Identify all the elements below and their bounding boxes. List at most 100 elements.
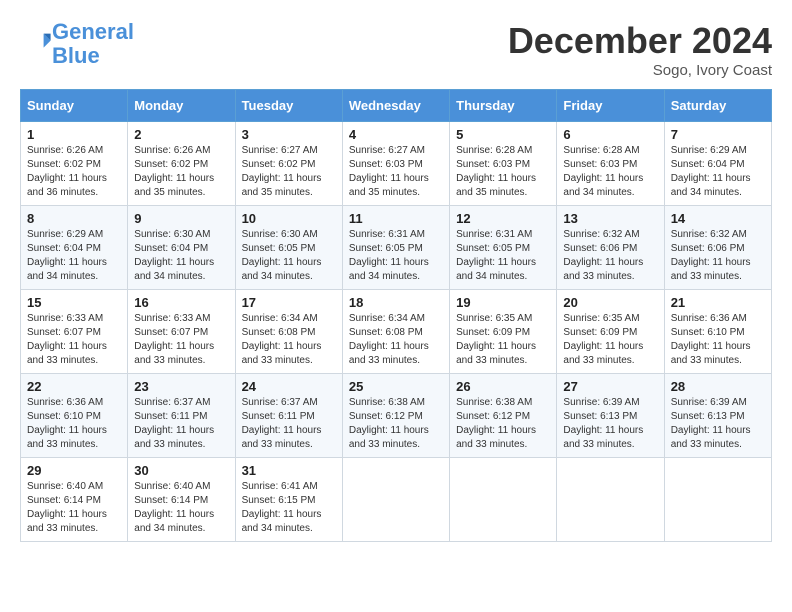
day-cell-4: 4 Sunrise: 6:27 AMSunset: 6:03 PMDaylight…: [342, 122, 449, 206]
logo-line1: General: [52, 19, 134, 44]
day-info: Sunrise: 6:26 AMSunset: 6:02 PMDaylight:…: [134, 144, 228, 200]
month-title: December 2024: [508, 20, 772, 62]
logo-icon: [24, 28, 52, 56]
day-number: 21: [671, 295, 765, 310]
day-number: 26: [456, 379, 550, 394]
col-header-sunday: Sunday: [21, 90, 128, 122]
day-cell-19: 19 Sunrise: 6:35 AMSunset: 6:09 PMDayligh…: [450, 290, 557, 374]
title-area: December 2024 Sogo, Ivory Coast: [508, 20, 772, 79]
week-row-5: 29 Sunrise: 6:40 AMSunset: 6:14 PMDayligh…: [21, 458, 772, 542]
day-number: 16: [134, 295, 228, 310]
col-header-thursday: Thursday: [450, 90, 557, 122]
day-cell-24: 24 Sunrise: 6:37 AMSunset: 6:11 PMDayligh…: [235, 374, 342, 458]
location: Sogo, Ivory Coast: [508, 62, 772, 79]
empty-cell: [450, 458, 557, 542]
header-row: SundayMondayTuesdayWednesdayThursdayFrid…: [21, 90, 772, 122]
day-number: 8: [27, 211, 121, 226]
day-info: Sunrise: 6:27 AMSunset: 6:03 PMDaylight:…: [349, 144, 443, 200]
calendar-table: SundayMondayTuesdayWednesdayThursdayFrid…: [20, 89, 772, 542]
col-header-monday: Monday: [128, 90, 235, 122]
day-info: Sunrise: 6:32 AMSunset: 6:06 PMDaylight:…: [563, 228, 657, 284]
day-number: 14: [671, 211, 765, 226]
day-number: 12: [456, 211, 550, 226]
col-header-wednesday: Wednesday: [342, 90, 449, 122]
day-number: 3: [242, 127, 336, 142]
day-info: Sunrise: 6:32 AMSunset: 6:06 PMDaylight:…: [671, 228, 765, 284]
day-cell-14: 14 Sunrise: 6:32 AMSunset: 6:06 PMDayligh…: [664, 206, 771, 290]
day-info: Sunrise: 6:36 AMSunset: 6:10 PMDaylight:…: [27, 396, 121, 452]
day-info: Sunrise: 6:29 AMSunset: 6:04 PMDaylight:…: [671, 144, 765, 200]
day-info: Sunrise: 6:31 AMSunset: 6:05 PMDaylight:…: [456, 228, 550, 284]
day-cell-10: 10Sunrise: 6:30 AMSunset: 6:05 PMDayligh…: [235, 206, 342, 290]
day-cell-9: 9 Sunrise: 6:30 AMSunset: 6:04 PMDaylight…: [128, 206, 235, 290]
day-cell-30: 30Sunrise: 6:40 AMSunset: 6:14 PMDayligh…: [128, 458, 235, 542]
day-cell-22: 22Sunrise: 6:36 AMSunset: 6:10 PMDayligh…: [21, 374, 128, 458]
day-cell-23: 23 Sunrise: 6:37 AMSunset: 6:11 PMDayligh…: [128, 374, 235, 458]
week-row-3: 15 Sunrise: 6:33 AMSunset: 6:07 PMDayligh…: [21, 290, 772, 374]
day-number: 2: [134, 127, 228, 142]
logo: General Blue: [20, 20, 134, 68]
col-header-tuesday: Tuesday: [235, 90, 342, 122]
day-cell-16: 16 Sunrise: 6:33 AMSunset: 6:07 PMDayligh…: [128, 290, 235, 374]
day-info: Sunrise: 6:39 AMSunset: 6:13 PMDaylight:…: [563, 396, 657, 452]
day-number: 28: [671, 379, 765, 394]
day-cell-25: 25 Sunrise: 6:38 AMSunset: 6:12 PMDayligh…: [342, 374, 449, 458]
day-cell-31: 31Sunrise: 6:41 AMSunset: 6:15 PMDayligh…: [235, 458, 342, 542]
day-cell-18: 18Sunrise: 6:34 AMSunset: 6:08 PMDayligh…: [342, 290, 449, 374]
day-info: Sunrise: 6:26 AMSunset: 6:02 PMDaylight:…: [27, 144, 121, 200]
col-header-saturday: Saturday: [664, 90, 771, 122]
day-cell-8: 8 Sunrise: 6:29 AMSunset: 6:04 PMDaylight…: [21, 206, 128, 290]
day-info: Sunrise: 6:28 AMSunset: 6:03 PMDaylight:…: [456, 144, 550, 200]
week-row-1: 1 Sunrise: 6:26 AMSunset: 6:02 PMDaylight…: [21, 122, 772, 206]
empty-cell: [557, 458, 664, 542]
day-info: Sunrise: 6:40 AMSunset: 6:14 PMDaylight:…: [27, 480, 121, 536]
day-cell-28: 28 Sunrise: 6:39 AMSunset: 6:13 PMDayligh…: [664, 374, 771, 458]
day-info: Sunrise: 6:28 AMSunset: 6:03 PMDaylight:…: [563, 144, 657, 200]
logo-text: General Blue: [52, 20, 134, 68]
day-number: 6: [563, 127, 657, 142]
day-number: 27: [563, 379, 657, 394]
day-number: 4: [349, 127, 443, 142]
day-info: Sunrise: 6:33 AMSunset: 6:07 PMDaylight:…: [134, 312, 228, 368]
week-row-2: 8 Sunrise: 6:29 AMSunset: 6:04 PMDaylight…: [21, 206, 772, 290]
day-cell-17: 17 Sunrise: 6:34 AMSunset: 6:08 PMDayligh…: [235, 290, 342, 374]
day-cell-5: 5Sunrise: 6:28 AMSunset: 6:03 PMDaylight…: [450, 122, 557, 206]
day-info: Sunrise: 6:37 AMSunset: 6:11 PMDaylight:…: [134, 396, 228, 452]
day-number: 9: [134, 211, 228, 226]
day-number: 18: [349, 295, 443, 310]
week-row-4: 22Sunrise: 6:36 AMSunset: 6:10 PMDayligh…: [21, 374, 772, 458]
day-info: Sunrise: 6:35 AMSunset: 6:09 PMDaylight:…: [563, 312, 657, 368]
day-info: Sunrise: 6:35 AMSunset: 6:09 PMDaylight:…: [456, 312, 550, 368]
day-number: 30: [134, 463, 228, 478]
day-cell-11: 11Sunrise: 6:31 AMSunset: 6:05 PMDayligh…: [342, 206, 449, 290]
day-info: Sunrise: 6:29 AMSunset: 6:04 PMDaylight:…: [27, 228, 121, 284]
day-number: 29: [27, 463, 121, 478]
day-number: 20: [563, 295, 657, 310]
day-cell-20: 20 Sunrise: 6:35 AMSunset: 6:09 PMDayligh…: [557, 290, 664, 374]
day-info: Sunrise: 6:33 AMSunset: 6:07 PMDaylight:…: [27, 312, 121, 368]
day-cell-26: 26 Sunrise: 6:38 AMSunset: 6:12 PMDayligh…: [450, 374, 557, 458]
day-cell-27: 27 Sunrise: 6:39 AMSunset: 6:13 PMDayligh…: [557, 374, 664, 458]
day-info: Sunrise: 6:30 AMSunset: 6:04 PMDaylight:…: [134, 228, 228, 284]
day-info: Sunrise: 6:39 AMSunset: 6:13 PMDaylight:…: [671, 396, 765, 452]
col-header-friday: Friday: [557, 90, 664, 122]
day-cell-2: 2 Sunrise: 6:26 AMSunset: 6:02 PMDaylight…: [128, 122, 235, 206]
day-number: 19: [456, 295, 550, 310]
day-number: 25: [349, 379, 443, 394]
day-cell-3: 3Sunrise: 6:27 AMSunset: 6:02 PMDaylight…: [235, 122, 342, 206]
day-number: 10: [242, 211, 336, 226]
day-number: 23: [134, 379, 228, 394]
empty-cell: [664, 458, 771, 542]
day-cell-21: 21Sunrise: 6:36 AMSunset: 6:10 PMDayligh…: [664, 290, 771, 374]
day-cell-15: 15 Sunrise: 6:33 AMSunset: 6:07 PMDayligh…: [21, 290, 128, 374]
day-info: Sunrise: 6:34 AMSunset: 6:08 PMDaylight:…: [242, 312, 336, 368]
day-number: 11: [349, 211, 443, 226]
day-number: 17: [242, 295, 336, 310]
day-number: 1: [27, 127, 121, 142]
day-info: Sunrise: 6:41 AMSunset: 6:15 PMDaylight:…: [242, 480, 336, 536]
day-info: Sunrise: 6:38 AMSunset: 6:12 PMDaylight:…: [456, 396, 550, 452]
day-number: 15: [27, 295, 121, 310]
day-info: Sunrise: 6:38 AMSunset: 6:12 PMDaylight:…: [349, 396, 443, 452]
day-info: Sunrise: 6:37 AMSunset: 6:11 PMDaylight:…: [242, 396, 336, 452]
day-number: 24: [242, 379, 336, 394]
